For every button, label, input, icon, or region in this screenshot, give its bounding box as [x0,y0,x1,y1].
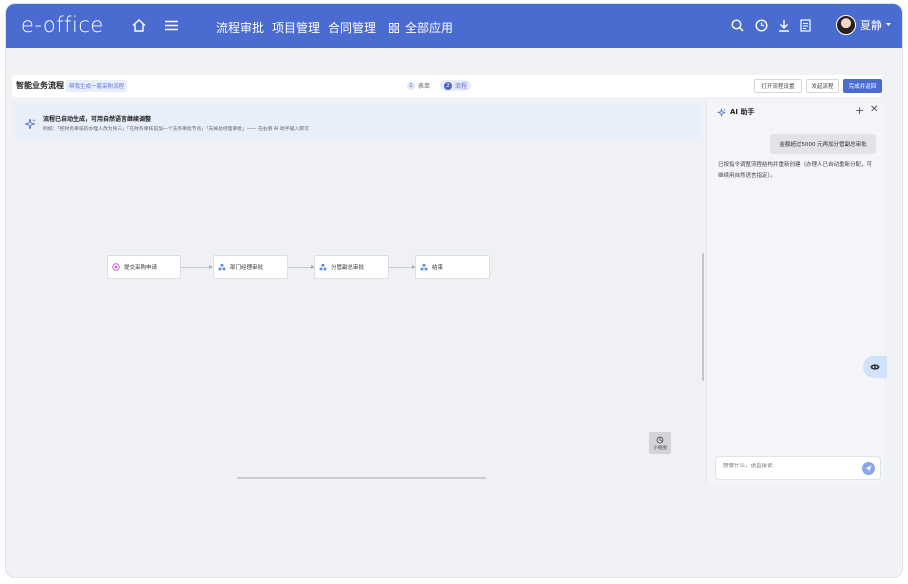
step-label: 表单 [418,83,431,90]
avatar [836,15,856,35]
all-apps-button[interactable]: 全部应用 [389,19,453,36]
nav-projects[interactable]: 项目管理 [272,19,320,36]
node-label: 部门经理审批 [230,265,264,271]
flow-edge [389,265,416,269]
ai-chat-input[interactable] [723,463,853,469]
nav-workflow[interactable]: 流程审批 [216,19,264,36]
step-form[interactable]: 1 表单 [407,81,430,90]
user-menu[interactable]: 夏静 [836,15,891,35]
download-icon[interactable] [775,16,793,34]
menu-icon[interactable] [162,16,180,34]
flow-node-vp[interactable]: 分管副总审批 [314,255,389,279]
horizontal-scrollbar[interactable] [237,477,486,479]
flow-node-end[interactable]: 结束 [415,255,490,279]
grid-icon [389,22,399,33]
flow-edge [181,265,213,269]
user-message-bubble: 金额超过5000 元再加分管副总审批 [770,134,876,154]
step-indicator: 1 表单 2 流程 [407,80,472,91]
minimap-label: 小地图 [653,445,667,451]
logo[interactable]: e-office [21,13,104,37]
ai-chat-input-box [715,456,881,480]
banner-subtitle: 例如：「把财务审核的办理人改为张三」「在财务审核前加一个法务审批节点」「去掉总经… [43,127,309,132]
finish-and-return-button[interactable]: 完成并返回 [843,79,882,93]
start-process-button[interactable]: 发起流程 [806,79,839,93]
step-number: 1 [407,81,415,90]
page-title: 智能业务流程 [16,81,64,90]
approver-icon [420,263,428,271]
all-apps-label: 全部应用 [405,21,454,35]
step-number: 2 [444,81,453,90]
flow-edge [288,265,315,269]
process-toolbar: 智能业务流程 帮我生成一套采购流程 1 表单 2 流程 打开流程设置 发起流程 … [12,75,882,97]
approver-icon [319,263,327,271]
node-label: 结束 [432,265,444,271]
send-icon [865,465,872,472]
open-process-settings-button[interactable]: 打开流程设置 [754,79,802,93]
send-button[interactable] [862,462,875,475]
user-name: 夏静 [860,19,882,32]
banner-title: 流程已自动生成，可用自然语言继续调整 [43,116,152,123]
ai-panel-title: AI 助手 [730,108,755,116]
node-label: 分管副总审批 [331,265,365,271]
home-icon[interactable] [130,16,148,34]
ai-assistant-panel: AI 助手 + ✕ 金额超过5000 元再加分管副总审批 已按指令调整流程结构并… [706,101,887,483]
approver-icon [218,263,226,271]
minimap-button[interactable]: 小地图 [649,432,671,454]
prompt-tag: 帮我生成一套采购流程 [66,80,128,92]
close-icon[interactable]: ✕ [870,104,878,115]
chevron-down-icon [886,23,891,26]
sparkle-icon [24,115,36,134]
new-chat-icon[interactable]: + [855,104,864,117]
step-label: 流程 [455,83,468,90]
sparkle-icon [717,108,726,116]
start-node-icon [112,263,120,271]
document-icon[interactable] [796,16,814,34]
flow-canvas[interactable]: 流程已自动生成，可用自然语言继续调整 例如：「把财务审核的办理人改为张三」「在财… [12,101,705,483]
minimap-icon [656,436,664,443]
eye-icon [870,364,880,370]
ai-reply-message: 已按指令调整流程结构并重新创建（办理人已自动重新分配，可继续用自然语言指定）。 [718,162,873,179]
node-label: 提交采购申请 [124,265,158,271]
app-frame: e-office 流程审批 项目管理 合同管理 全部应用 夏静 智能业务流程 帮… [5,3,903,578]
info-banner: 流程已自动生成，可用自然语言继续调整 例如：「把财务审核的办理人改为张三」「在财… [15,105,701,139]
flow-node-start[interactable]: 提交采购申请 [107,255,181,279]
vertical-scrollbar[interactable] [702,253,704,381]
clock-icon[interactable] [752,16,770,34]
ai-panel-header: AI 助手 [717,107,754,117]
top-header: e-office 流程审批 项目管理 合同管理 全部应用 夏静 [6,4,902,48]
flow-node-dept-manager[interactable]: 部门经理审批 [213,255,288,279]
main-nav: 流程审批 项目管理 合同管理 [216,19,376,36]
floating-assistant-button[interactable] [863,356,887,378]
step-flow[interactable]: 2 流程 [440,80,472,91]
nav-contracts[interactable]: 合同管理 [328,19,376,36]
search-icon[interactable] [728,16,746,34]
